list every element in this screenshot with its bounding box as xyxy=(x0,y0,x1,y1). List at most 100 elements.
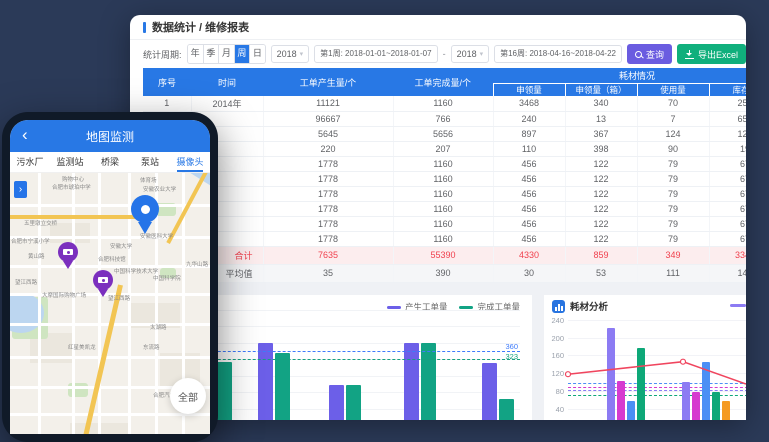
table-cell: 7 xyxy=(637,111,709,126)
table-row: 356455656897367124129 xyxy=(143,126,746,141)
back-icon[interactable]: ‹ xyxy=(22,126,28,143)
show-all-button[interactable]: 全部 xyxy=(170,378,206,414)
table-cell: 79 xyxy=(637,201,709,216)
map-label: 大摩国际购物广场 xyxy=(42,290,86,299)
bar xyxy=(404,343,419,420)
table-cell: 122 xyxy=(565,186,637,201)
period-option-季[interactable]: 季 xyxy=(203,45,218,63)
camera-glyph xyxy=(63,249,73,255)
total-cell: 3340 xyxy=(709,246,746,264)
export-excel-button[interactable]: 导出Excel xyxy=(677,44,746,64)
accent-bar xyxy=(143,22,146,33)
camera-pin-icon[interactable] xyxy=(93,270,113,290)
average-cell: 390 xyxy=(393,264,493,282)
bar xyxy=(346,385,361,420)
table-cell: 1160 xyxy=(393,201,493,216)
legend-item: 完成工单量 xyxy=(459,301,520,313)
table-header: 序号 时间 工单产生量/个 工单完成量/个 耗材情况 申领量 申领量（箱） 使用… xyxy=(143,68,746,96)
period-option-年[interactable]: 年 xyxy=(188,45,203,63)
table-row: 10177811604561227967 xyxy=(143,231,746,246)
reference-line-label: 360 xyxy=(505,342,518,351)
table-cell: 1160 xyxy=(393,231,493,246)
table-cell: 456 xyxy=(493,216,565,231)
start-year-select[interactable]: 2018 ▾ xyxy=(271,45,310,63)
table-cell: 456 xyxy=(493,156,565,171)
expand-panel-button[interactable]: › xyxy=(14,181,27,198)
tab-桥梁[interactable]: 桥梁 xyxy=(90,152,130,172)
phone-header: ‹ 地图监测 xyxy=(10,120,210,152)
average-cell: 35 xyxy=(263,264,393,282)
bar xyxy=(217,362,232,420)
table-cell: 122 xyxy=(565,156,637,171)
period-option-周[interactable]: 周 xyxy=(234,45,249,63)
table-cell: 96667 xyxy=(263,111,393,126)
export-button-label: 导出Excel xyxy=(698,48,738,61)
table-cell: 207 xyxy=(393,141,493,156)
end-week-range[interactable]: 第16周: 2018-04-16~2018-04-22 xyxy=(494,45,622,63)
page-background: { "desktop": { "breadcrumb": "数据统计 / 维修报… xyxy=(0,0,769,420)
map-label: 望江西路 xyxy=(108,293,130,302)
table-cell: 2014年 xyxy=(191,96,263,111)
table-cell: 367 xyxy=(565,126,637,141)
total-cell: 55390 xyxy=(393,246,493,264)
table-cell: 67 xyxy=(709,156,746,171)
trend-line xyxy=(544,295,746,420)
tab-监测站[interactable]: 监测站 xyxy=(50,152,90,172)
selected-location-pin-icon[interactable] xyxy=(131,195,159,223)
tab-摄像头[interactable]: 摄像头 xyxy=(170,152,210,172)
total-cell: 4330 xyxy=(493,246,565,264)
map-label: 九华山路 xyxy=(186,259,208,268)
table-row: 12014年111211160346834070250 xyxy=(143,96,746,111)
end-year-select[interactable]: 2018 ▾ xyxy=(451,45,490,63)
table-body: 12014年1112111603468340702502966677662401… xyxy=(143,96,746,282)
map-view[interactable]: › 全部 购物中心体育场安徽农业大学合肥市琥珀中学五里墩立交桥安徽医科大学合肥市… xyxy=(10,173,210,434)
period-option-日[interactable]: 日 xyxy=(249,45,264,63)
table-cell: 650 xyxy=(709,111,746,126)
average-cell: 53 xyxy=(565,264,637,282)
filter-bar: 统计周期: 年季月周日 2018 ▾ 第1周: 2018-01-01~2018-… xyxy=(130,40,746,68)
col-header-sub2: 申领量（箱） xyxy=(565,83,637,96)
table-row: 5177811604561227967 xyxy=(143,156,746,171)
table-cell: 766 xyxy=(393,111,493,126)
tab-泵站[interactable]: 泵站 xyxy=(130,152,170,172)
bar xyxy=(421,343,436,420)
map-label: 体育场 xyxy=(140,175,157,184)
table-cell: 79 xyxy=(637,156,709,171)
map-label: 合肥市宁溪小学 xyxy=(11,236,50,245)
table-row: 8177811604561227967 xyxy=(143,201,746,216)
tab-污水厂[interactable]: 污水厂 xyxy=(10,152,50,172)
chart-legend: 产生工单量完成工单量 xyxy=(387,301,520,313)
table-row: 9177811604561227967 xyxy=(143,216,746,231)
camera-pin-icon[interactable] xyxy=(58,242,78,262)
bar xyxy=(499,399,514,420)
table-cell: 90 xyxy=(637,141,709,156)
table-cell: 220 xyxy=(263,141,393,156)
map-label: 合肥市琥珀中学 xyxy=(52,182,91,191)
table-cell: 897 xyxy=(493,126,565,141)
table-cell: 79 xyxy=(637,216,709,231)
download-icon xyxy=(685,50,694,59)
table-cell: 5645 xyxy=(263,126,393,141)
consumables-chart: 耗材分析 4080120160200240 xyxy=(544,295,746,420)
phone-mockup: ‹ 地图监测 污水厂监测站桥梁泵站摄像头 › 全部 购物中心体育场安徽农业大学合… xyxy=(2,112,218,442)
table-cell: 1160 xyxy=(393,186,493,201)
table-cell: 19 xyxy=(709,141,746,156)
table-cell: 124 xyxy=(637,126,709,141)
search-button[interactable]: 查询 xyxy=(627,44,672,64)
start-week-range[interactable]: 第1周: 2018-01-01~2018-01-07 xyxy=(314,45,437,63)
breadcrumb: 数据统计 / 维修报表 xyxy=(152,19,249,35)
table-cell: 1778 xyxy=(263,156,393,171)
bar xyxy=(275,353,290,420)
phone-screen: ‹ 地图监测 污水厂监测站桥梁泵站摄像头 › 全部 购物中心体育场安徽农业大学合… xyxy=(10,120,210,434)
table-cell: 70 xyxy=(637,96,709,111)
total-cell: 859 xyxy=(565,246,637,264)
table-cell: 129 xyxy=(709,126,746,141)
average-cell: 111 xyxy=(637,264,709,282)
map-label: 中国科学技术大学 xyxy=(114,266,158,275)
period-option-月[interactable]: 月 xyxy=(218,45,233,63)
legend-label: 完成工单量 xyxy=(477,301,520,313)
table-cell: 1778 xyxy=(263,171,393,186)
table-cell: 1160 xyxy=(393,156,493,171)
search-button-label: 查询 xyxy=(646,48,664,61)
table-cell: 67 xyxy=(709,231,746,246)
